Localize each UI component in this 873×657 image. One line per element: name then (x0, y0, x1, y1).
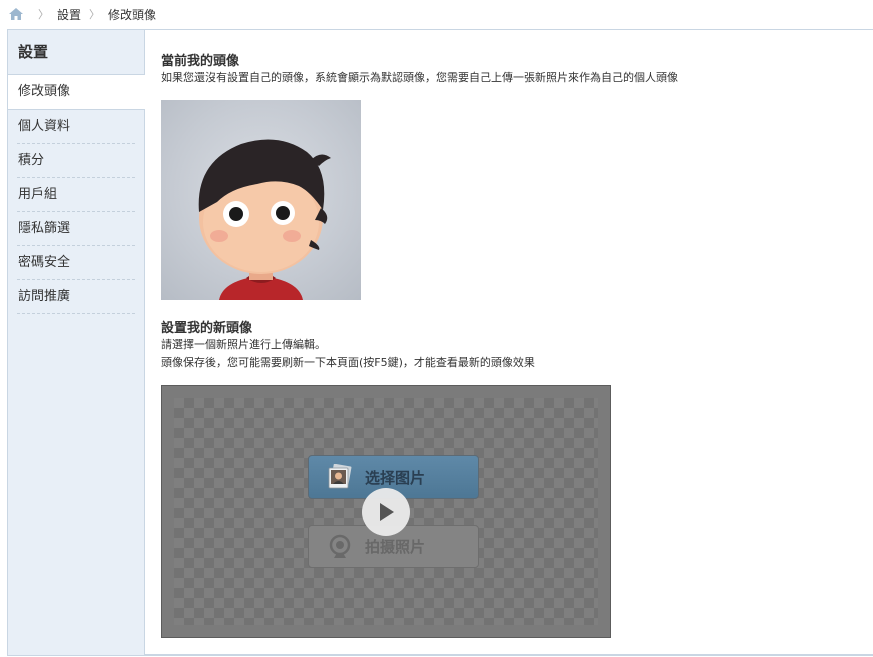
select-image-label: 选择图片 (365, 468, 426, 487)
take-photo-label: 拍摄照片 (365, 538, 426, 556)
current-avatar-image (161, 100, 361, 300)
sidebar-item-privacy[interactable]: 隱私篩選 (17, 212, 135, 246)
new-avatar-instruction: 請選擇一個新照片進行上傳編輯。 (161, 338, 326, 351)
panel-bottom-border (145, 654, 873, 655)
webcam-icon (327, 534, 353, 560)
default-avatar-illustration (198, 139, 331, 300)
current-avatar-description: 如果您還沒有設置自己的頭像，系統會顯示為默認頭像，您需要自己上傳一張新照片來作為… (161, 71, 678, 84)
sidebar: 設置 修改頭像 個人資料 積分 用戶組 隱私篩選 密碼安全 訪問推廣 (8, 30, 145, 655)
photo-icon (327, 463, 353, 490)
sidebar-item-profile[interactable]: 個人資料 (17, 110, 135, 144)
sidebar-item-edit-avatar[interactable]: 修改頭像 (8, 75, 145, 110)
sidebar-item-usergroup[interactable]: 用戶組 (17, 178, 135, 212)
play-icon[interactable] (362, 488, 410, 536)
new-avatar-title: 設置我的新頭像 (161, 321, 253, 336)
settings-panel: 設置 修改頭像 個人資料 積分 用戶組 隱私篩選 密碼安全 訪問推廣 當前我的頭… (7, 29, 873, 656)
sidebar-title: 設置 (8, 30, 144, 75)
avatar-uploader: 选择图片 拍摄照片 (161, 385, 611, 638)
sidebar-item-points[interactable]: 積分 (17, 144, 135, 178)
breadcrumb-item-edit-avatar[interactable]: 修改頭像 (108, 6, 156, 23)
breadcrumb-separator: 〉 (38, 8, 49, 21)
sidebar-item-password[interactable]: 密碼安全 (17, 246, 135, 280)
breadcrumb: 〉 設置 〉 修改頭像 (0, 0, 873, 28)
current-avatar-title: 當前我的頭像 (161, 54, 240, 69)
home-icon[interactable] (8, 7, 24, 21)
sidebar-item-promotion[interactable]: 訪問推廣 (17, 280, 135, 314)
breadcrumb-separator: 〉 (89, 8, 101, 21)
breadcrumb-item-settings[interactable]: 設置 (57, 6, 81, 23)
new-avatar-refresh-note: 頭像保存後，您可能需要刷新一下本頁面(按F5鍵)，才能查看最新的頭像效果 (161, 356, 535, 369)
